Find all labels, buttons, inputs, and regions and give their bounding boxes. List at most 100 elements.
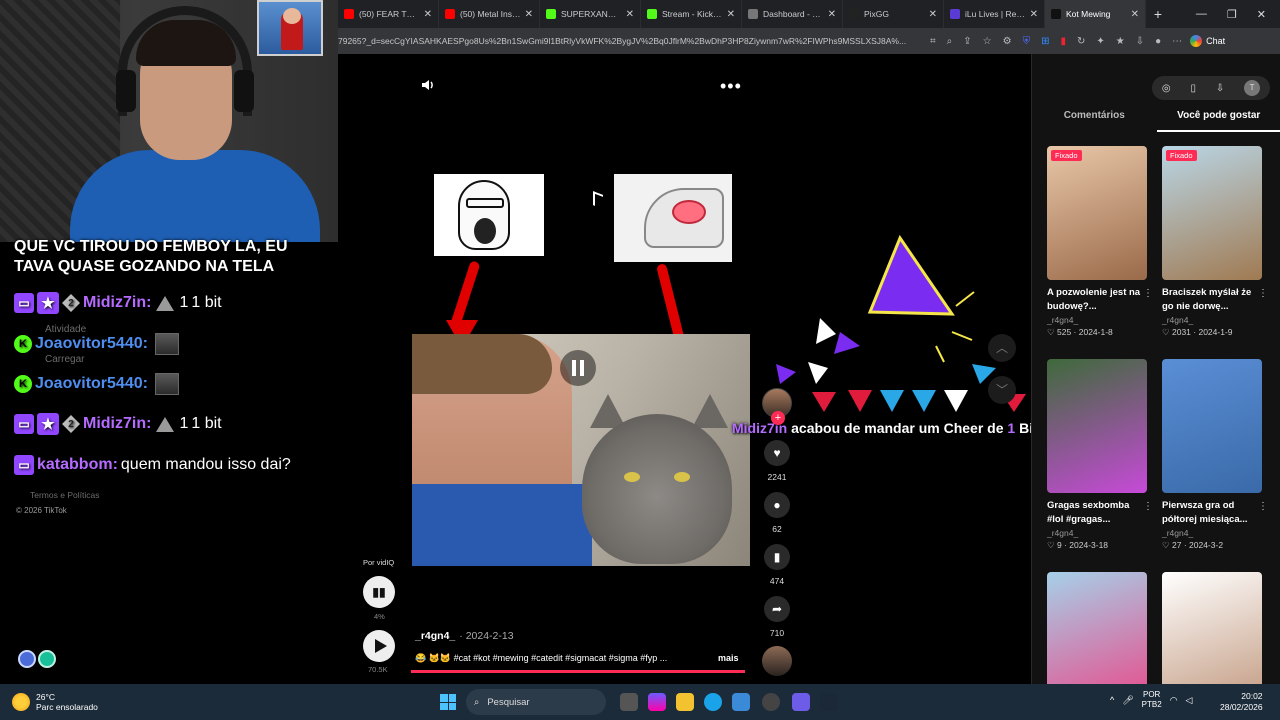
speaker-icon[interactable]: ◁ xyxy=(1186,695,1193,706)
collections-icon[interactable]: ★ xyxy=(1116,36,1125,47)
close-icon[interactable]: ✕ xyxy=(626,9,634,20)
video-author[interactable]: _r4gn4_ · 2024-2-13 xyxy=(415,630,514,642)
new-tab-button[interactable]: + xyxy=(1146,6,1170,22)
keyboard-layout[interactable]: PTB2 xyxy=(1142,700,1162,710)
more-options-icon[interactable]: ••• xyxy=(720,76,742,97)
share-arrow-icon[interactable]: ➦ xyxy=(764,596,790,622)
close-icon[interactable]: ✕ xyxy=(424,9,432,20)
download-icon[interactable]: ⇩ xyxy=(1216,83,1224,94)
browser-tab[interactable]: (50) Metal Instru ✕ xyxy=(439,0,540,28)
profile-avatar[interactable]: T xyxy=(1244,80,1261,96)
steam-icon[interactable] xyxy=(820,693,838,711)
video-thumbnail[interactable]: Fixado xyxy=(1047,146,1147,280)
terms-link[interactable]: Termos e Políticas xyxy=(30,490,99,500)
card-title[interactable]: Pierwsza gra od półtorej miesiąca... xyxy=(1162,499,1262,527)
card-more-icon[interactable]: ⋮ xyxy=(1258,501,1268,512)
sidebar-item-upload[interactable]: Carregar xyxy=(45,354,84,365)
recommended-video-card[interactable]: Pierwsza gra od półtorej miesiąca... _r4g… xyxy=(1162,359,1268,551)
copilot-icon[interactable] xyxy=(648,693,666,711)
pause-icon[interactable] xyxy=(560,350,596,386)
edge-icon[interactable] xyxy=(704,693,722,711)
play-button[interactable] xyxy=(363,630,395,662)
extension-icons[interactable] xyxy=(18,650,56,668)
menu-icon[interactable]: ⋯ xyxy=(1172,36,1182,47)
store-icon[interactable] xyxy=(732,693,750,711)
previous-video-button[interactable]: ︿ xyxy=(988,334,1016,362)
heart-icon[interactable]: ♥ xyxy=(764,440,790,466)
card-more-icon[interactable]: ⋮ xyxy=(1258,288,1268,299)
share-action[interactable]: ➦ 710 xyxy=(764,596,790,638)
taskbar-search[interactable]: ⌕ Pesquisar xyxy=(466,689,606,715)
copilot-chat-button[interactable]: Chat xyxy=(1190,35,1225,47)
recommended-video-card[interactable]: Gragas sexbomba #lol #gragas... _r4gn4_ ♡ … xyxy=(1047,359,1153,551)
save-action[interactable]: ▮ 474 xyxy=(764,544,790,586)
wifi-icon[interactable]: ◠ xyxy=(1170,695,1178,706)
minimize-icon[interactable]: — xyxy=(1196,8,1207,21)
translator-icon[interactable]: ⊞ xyxy=(1041,36,1049,47)
pdf-icon[interactable]: ▮ xyxy=(1060,36,1066,47)
extension-icon[interactable] xyxy=(18,650,36,668)
shield-icon[interactable]: ⛨ xyxy=(1023,36,1031,47)
creator-avatar-follow[interactable] xyxy=(762,388,792,425)
favorite-star-icon[interactable]: ☆ xyxy=(983,36,992,47)
close-icon[interactable]: ✕ xyxy=(525,9,533,20)
url-field[interactable]: 79265?_d=secCgYIASAHKAESPgo8Us%2Bn1SwGmi… xyxy=(338,36,918,46)
next-video-button[interactable]: ﹀ xyxy=(988,376,1016,404)
author-name[interactable]: _r4gn4_ xyxy=(415,630,455,642)
vidiq-stats-button[interactable]: ▮▮ xyxy=(363,576,395,608)
clock[interactable]: 20:02 28/02/2026 xyxy=(1220,691,1263,713)
lang-code[interactable]: POR xyxy=(1142,690,1162,700)
power-icon[interactable] xyxy=(38,650,56,668)
chevron-up-icon[interactable]: ^ xyxy=(1110,695,1114,705)
close-icon[interactable]: ✕ xyxy=(828,9,836,20)
comment-icon[interactable]: ● xyxy=(764,492,790,518)
translate-icon[interactable]: ⌗ xyxy=(930,36,936,47)
zoom-icon[interactable]: ⌕ xyxy=(947,36,953,47)
music-disc-avatar[interactable] xyxy=(762,646,792,676)
discord-icon[interactable] xyxy=(792,693,810,711)
browser-tab[interactable]: PixGG ✕ xyxy=(843,0,944,28)
browser-tab[interactable]: Stream - Kick Da ✕ xyxy=(641,0,742,28)
weather-widget[interactable]: 26°C Parc ensolarado xyxy=(12,692,98,712)
card-title[interactable]: A pozwolenie jest na budowę?... xyxy=(1047,286,1147,314)
close-icon[interactable]: ✕ xyxy=(727,9,735,20)
phone-icon[interactable]: ▯ xyxy=(1190,83,1196,94)
extension-icon[interactable]: ⚙ xyxy=(1003,36,1012,47)
video-thumbnail[interactable] xyxy=(1162,359,1262,493)
compass-icon[interactable]: ◎ xyxy=(1162,83,1171,94)
card-title[interactable]: Braciszek myślał że go nie dorwę... xyxy=(1162,286,1262,314)
card-title[interactable]: Gragas sexbomba #lol #gragas... xyxy=(1047,499,1147,527)
file-explorer-icon[interactable] xyxy=(676,693,694,711)
tab-you-may-like[interactable]: Você pode gostar xyxy=(1156,110,1280,132)
puzzle-icon[interactable]: ✦ xyxy=(1096,36,1104,47)
maximize-icon[interactable]: ❐ xyxy=(1227,8,1237,21)
browser-tab[interactable]: SUPERXANDAO ✕ xyxy=(540,0,641,28)
close-icon[interactable]: ✕ xyxy=(1030,9,1038,20)
close-icon[interactable]: ✕ xyxy=(1131,9,1139,20)
recommended-video-card[interactable]: Fixado Braciszek myślał że go nie dorwę..… xyxy=(1162,146,1268,338)
more-caption-link[interactable]: mais xyxy=(718,653,739,663)
volume-icon[interactable] xyxy=(420,77,436,93)
card-more-icon[interactable]: ⋮ xyxy=(1143,288,1153,299)
comment-action[interactable]: ● 62 xyxy=(764,492,790,534)
refresh-icon[interactable]: ↻ xyxy=(1077,36,1085,47)
download-icon[interactable]: ⇩ xyxy=(1136,36,1144,47)
tab-comments[interactable]: Comentários xyxy=(1032,110,1157,132)
bookmark-icon[interactable]: ▮ xyxy=(764,544,790,570)
windows-start-icon[interactable] xyxy=(440,694,456,710)
video-progress-bar[interactable] xyxy=(411,670,745,673)
browser-tab[interactable]: (50) FEAR THE C ✕ xyxy=(338,0,439,28)
browser-tab[interactable]: iLu Lives | React ✕ xyxy=(944,0,1045,28)
obs-icon[interactable] xyxy=(762,693,780,711)
browser-tab[interactable]: Kot Mewing ✕ xyxy=(1045,0,1146,28)
share-icon[interactable]: ⇪ xyxy=(963,36,971,47)
profile-icon[interactable]: ● xyxy=(1155,36,1161,47)
video-thumbnail[interactable]: Fixado xyxy=(1162,146,1262,280)
close-window-icon[interactable]: ✕ xyxy=(1257,8,1266,21)
like-action[interactable]: ♥ 2241 xyxy=(764,440,790,482)
task-view-icon[interactable] xyxy=(620,693,638,711)
close-icon[interactable]: ✕ xyxy=(929,9,937,20)
mic-icon[interactable]: 🎤︎ xyxy=(1122,695,1133,706)
video-thumbnail[interactable] xyxy=(1047,359,1147,493)
card-more-icon[interactable]: ⋮ xyxy=(1143,501,1153,512)
